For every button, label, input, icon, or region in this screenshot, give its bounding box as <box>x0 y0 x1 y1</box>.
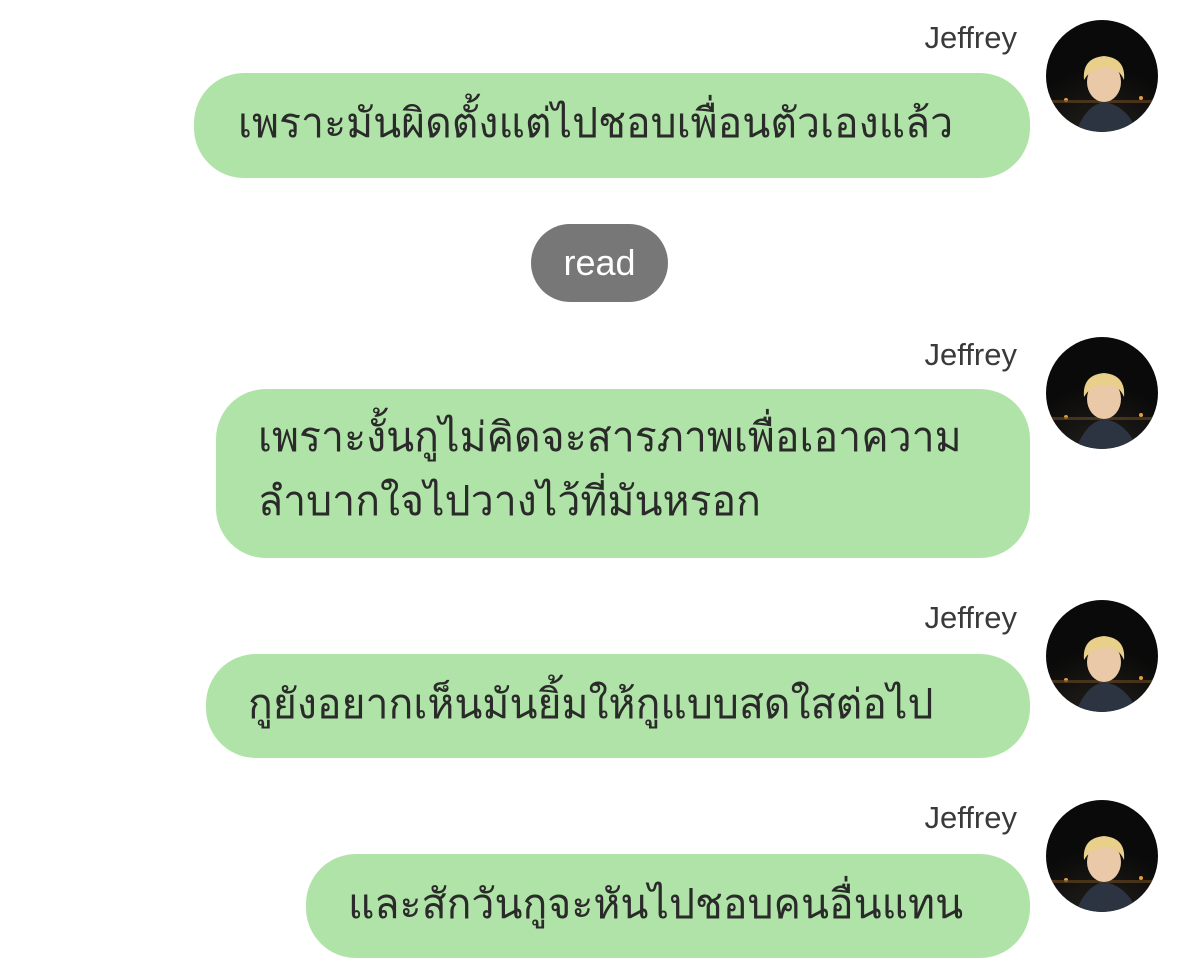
user-avatar-photo-icon[interactable] <box>1046 600 1158 712</box>
sender-name: Jeffrey <box>924 337 1017 372</box>
message-bubble[interactable]: และสักวันกูจะหันไปชอบคนอื่นแทน <box>306 854 1030 958</box>
message-bubble[interactable]: เพราะงั้นกูไม่คิดจะสารภาพเพื่อเอาความ ลำ… <box>216 389 1030 558</box>
sender-name: Jeffrey <box>924 600 1017 635</box>
sender-name: Jeffrey <box>924 20 1017 55</box>
user-avatar-photo-icon[interactable] <box>1046 337 1158 449</box>
read-indicator: read <box>531 224 668 302</box>
message-bubble[interactable]: เพราะมันผิดตั้งแต่ไปชอบเพื่อนตัวเองแล้ว <box>194 73 1030 178</box>
user-avatar-photo-icon[interactable] <box>1046 800 1158 912</box>
sender-name: Jeffrey <box>924 800 1017 835</box>
message-bubble[interactable]: กูยังอยากเห็นมันยิ้มให้กูแบบสดใสต่อไป <box>206 654 1030 758</box>
user-avatar-photo-icon[interactable] <box>1046 20 1158 132</box>
